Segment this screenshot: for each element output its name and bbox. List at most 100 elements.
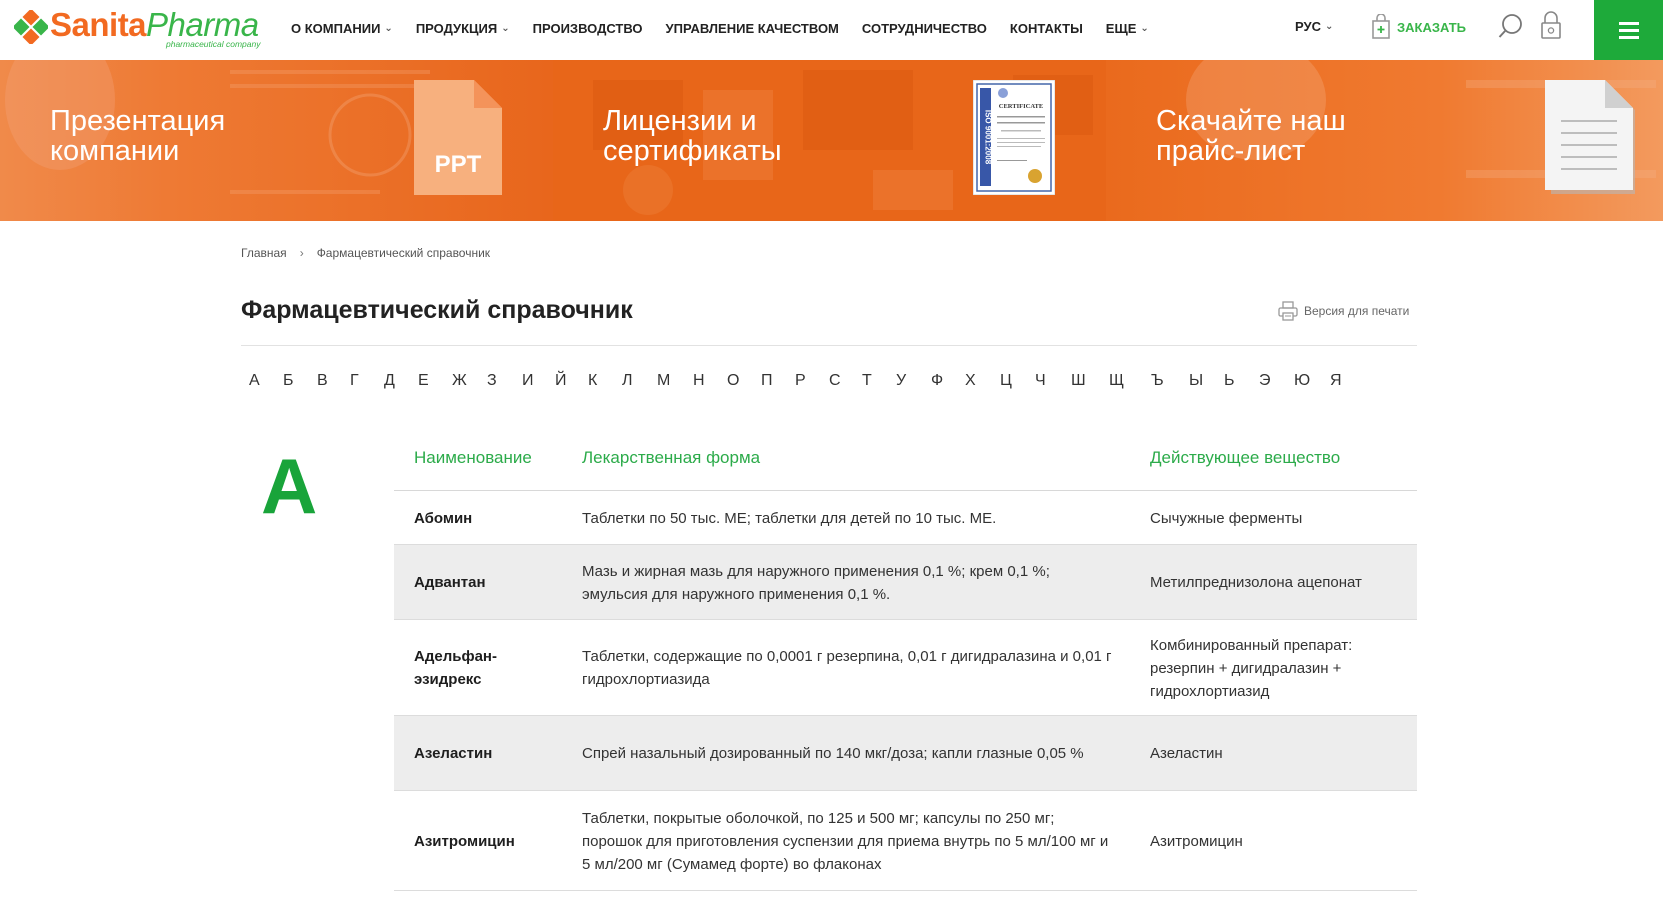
alphabet-letter[interactable]: У	[896, 372, 906, 390]
search-icon[interactable]	[1497, 12, 1525, 40]
document-icon	[1545, 80, 1635, 194]
nav-item-label: ЕЩЕ	[1105, 20, 1137, 36]
lock-icon[interactable]	[1539, 10, 1563, 40]
table-cell: Адвантан	[414, 545, 564, 620]
alphabet-letter[interactable]: Н	[693, 372, 705, 390]
alphabet-letter[interactable]: С	[829, 372, 841, 390]
table-cell: Сычужные ферменты	[1150, 491, 1400, 545]
alphabet-letter[interactable]: Ф	[931, 372, 943, 390]
table-cell: Азеластин	[414, 716, 564, 791]
hamburger-icon-bar	[1618, 35, 1639, 39]
table-cell: Адельфан-эзидрекс	[414, 620, 564, 716]
logo-tagline: pharmaceutical company	[166, 39, 261, 49]
banner-price-list[interactable]: Скачайте наш прайс-лист	[1106, 60, 1663, 221]
cell-name[interactable]: Абомин	[414, 507, 472, 530]
alphabet-letter[interactable]: Г	[350, 372, 359, 390]
table-cell: Азитромицин	[1150, 791, 1400, 891]
table-row[interactable]: Азеластин Спрей назальный дозированный по…	[394, 716, 1417, 791]
alphabet-letter[interactable]: П	[761, 372, 773, 390]
cell-form: Таблетки, покрытые оболочкой, по 125 и 5…	[582, 809, 1109, 873]
alphabet-letter[interactable]: В	[317, 372, 328, 390]
hamburger-icon-bar	[1618, 21, 1639, 25]
nav-item[interactable]: КОНТАКТЫ	[1010, 21, 1083, 36]
nav-item[interactable]: ПРОИЗВОДСТВО	[533, 21, 643, 36]
table-cell: Азеластин	[1150, 716, 1400, 791]
alphabet-letter[interactable]: К	[588, 372, 597, 390]
language-label: РУС	[1295, 19, 1321, 34]
ppt-icon-label: PPT	[435, 151, 482, 178]
alphabet-letter[interactable]: Ш	[1071, 372, 1086, 390]
nav-item[interactable]: ЕЩЕ ⌄	[1106, 21, 1149, 36]
alphabet-letter[interactable]: Э	[1259, 372, 1271, 390]
alphabet-letter[interactable]: Ц	[1000, 372, 1012, 390]
alphabet-letter[interactable]: Ч	[1035, 372, 1046, 390]
alphabet-letter[interactable]: Щ	[1109, 372, 1124, 390]
table-cell: Метилпреднизолона ацепонат	[1150, 545, 1400, 620]
alphabet-letter[interactable]: М	[657, 372, 670, 390]
nav-item-label: О КОМПАНИИ	[291, 20, 381, 36]
cell-form: Таблетки, содержащие по 0,0001 г резерпи…	[582, 648, 1112, 688]
alphabet-letter[interactable]: Б	[283, 372, 294, 390]
nav-item[interactable]: ПРОДУКЦИЯ ⌄	[416, 21, 510, 36]
alphabet-letter[interactable]: Ъ	[1151, 372, 1164, 390]
alphabet-letter[interactable]: О	[727, 372, 739, 390]
chevron-down-icon: ⌄	[1140, 22, 1149, 34]
cell-substance: Комбинированный препарат: резерпин + диг…	[1150, 636, 1353, 700]
alphabet-letter[interactable]: Ы	[1189, 372, 1203, 390]
alphabet-letter[interactable]: Ж	[452, 372, 467, 390]
cell-name[interactable]: Адвантан	[414, 571, 486, 594]
print-version-link[interactable]: Версия для печати	[1278, 301, 1409, 321]
banner-licenses[interactable]: Лицензии и сертификаты ISO 9001:2008 CER…	[553, 60, 1106, 221]
banner-presentation[interactable]: Презентация компании PPT	[0, 60, 553, 221]
alphabet-letter[interactable]: Д	[384, 372, 395, 390]
section-letter: А	[261, 442, 318, 530]
breadcrumb-current: Фармацевтический справочник	[316, 246, 491, 260]
table-cell: Спрей назальный дозированный по 140 мкг/…	[582, 716, 1112, 791]
alphabet-letter[interactable]: Ь	[1224, 372, 1235, 390]
cell-name[interactable]: Адельфан-эзидрекс	[414, 645, 564, 691]
nav-item[interactable]: О КОМПАНИИ ⌄	[291, 21, 393, 36]
language-selector[interactable]: РУС ⌄	[1295, 19, 1333, 34]
order-label: ЗАКАЗАТЬ	[1397, 19, 1467, 35]
table-row[interactable]: Адвантан Мазь и жирная мазь для наружного…	[394, 545, 1417, 620]
promo-banners: Презентация компании PPT Лицензии и серт…	[0, 60, 1663, 221]
chevron-down-icon: ⌄	[384, 22, 393, 34]
alphabet-letter[interactable]: З	[487, 372, 497, 390]
site-header: SanitaPharma pharmaceutical company О КО…	[0, 0, 1663, 60]
alphabet-letter[interactable]: И	[522, 372, 534, 390]
alphabet-letter[interactable]: Е	[418, 372, 429, 390]
table-cell: Таблетки, покрытые оболочкой, по 125 и 5…	[582, 791, 1112, 891]
cell-name[interactable]: Азитромицин	[414, 830, 515, 853]
breadcrumb-home-link[interactable]: Главная	[241, 246, 287, 260]
page-title: Фармацевтический справочник	[241, 296, 633, 324]
printer-icon	[1278, 301, 1298, 321]
column-header-substance: Действующее вещество	[1150, 448, 1341, 467]
menu-button[interactable]	[1594, 0, 1663, 60]
drug-table: Наименование Лекарственная форма Действу…	[394, 438, 1417, 891]
nav-item[interactable]: УПРАВЛЕНИЕ КАЧЕСТВОМ	[666, 21, 839, 36]
nav-item[interactable]: СОТРУДНИЧЕСТВО	[862, 21, 987, 36]
alphabet-letter[interactable]: Я	[1330, 372, 1342, 390]
logo[interactable]: SanitaPharma pharmaceutical company	[14, 6, 261, 49]
alphabet-letter[interactable]: А	[249, 372, 260, 390]
alphabet-letter[interactable]: Т	[862, 372, 872, 390]
table-cell: Таблетки по 50 тыс. МЕ; таблетки для дет…	[582, 491, 1112, 545]
alphabet-letter[interactable]: Л	[622, 372, 633, 390]
main-nav: О КОМПАНИИ ⌄ ПРОДУКЦИЯ ⌄ ПРОИЗВОДСТВО УПРАВЛЕ…	[291, 0, 1172, 56]
cell-name[interactable]: Азеластин	[414, 742, 492, 765]
alphabet-letter[interactable]: Р	[795, 372, 806, 390]
column-header-form: Лекарственная форма	[582, 448, 761, 467]
cell-substance: Метилпреднизолона ацепонат	[1150, 574, 1362, 591]
logo-mark-icon	[14, 10, 48, 44]
order-button[interactable]: ЗАКАЗАТЬ	[1371, 12, 1466, 42]
alphabet-letter[interactable]: Ю	[1294, 372, 1310, 390]
alphabet-letter[interactable]: Й	[555, 372, 567, 390]
chevron-down-icon: ⌄	[1324, 21, 1334, 32]
banner-title: Лицензии и сертификаты	[603, 105, 782, 167]
table-row[interactable]: Адельфан-эзидрекс Таблетки, содержащие по…	[394, 620, 1417, 716]
table-row[interactable]: Абомин Таблетки по 50 тыс. МЕ; таблетки д…	[394, 491, 1417, 545]
table-row[interactable]: Азитромицин Таблетки, покрытые оболочкой,…	[394, 791, 1417, 891]
alphabet-letter[interactable]: Х	[965, 372, 976, 390]
breadcrumb-separator: ›	[299, 246, 304, 260]
certificate-heading: CERTIFICATE	[999, 103, 1043, 110]
